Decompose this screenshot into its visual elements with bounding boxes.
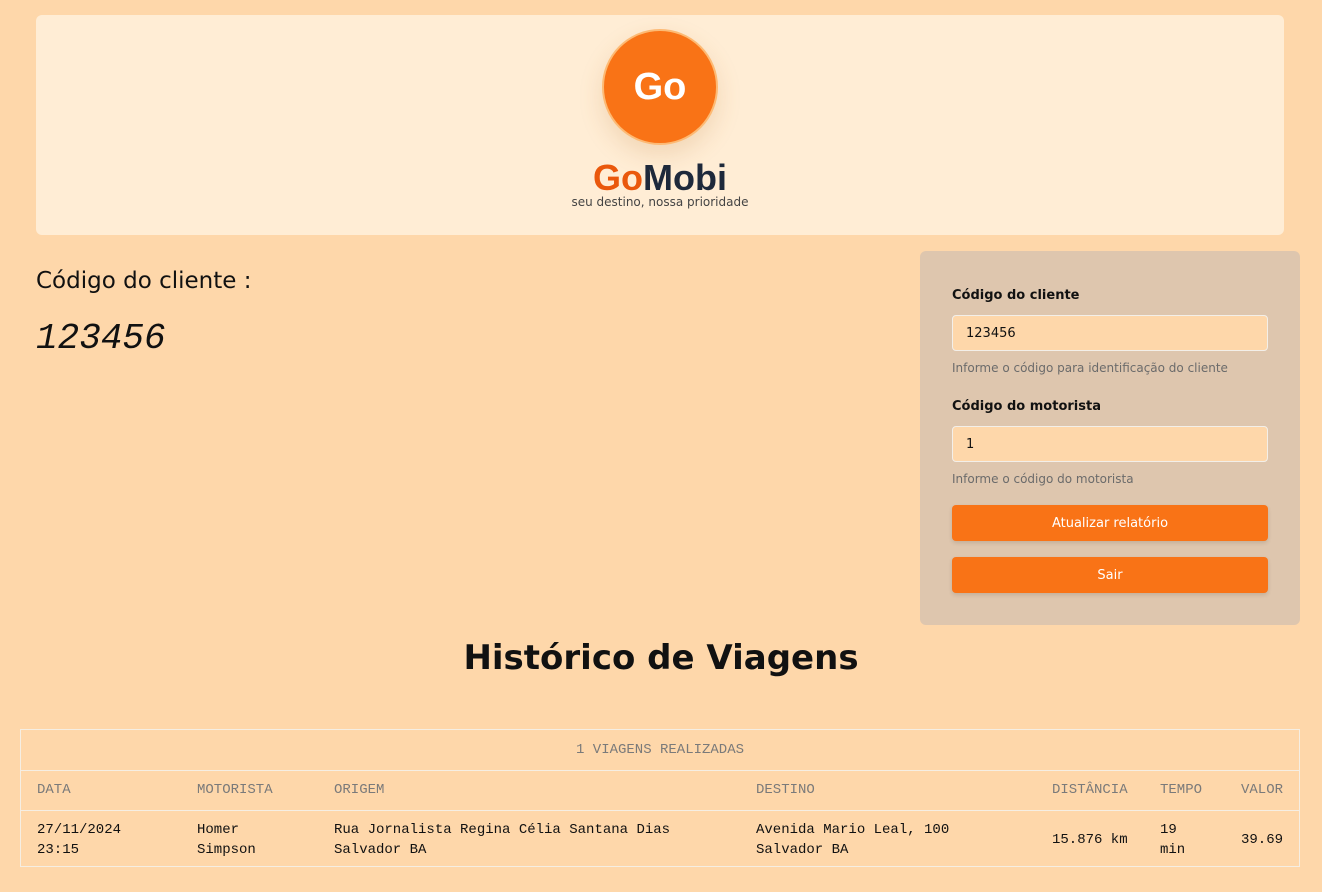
trips-count-caption: 1 VIAGENS REALIZADAS [21, 730, 1299, 771]
filter-panel: Código do cliente Informe o código para … [920, 251, 1300, 625]
driver-field-help: Informe o código do motorista [952, 472, 1134, 486]
column-header-motorista: MOTORISTA [197, 782, 273, 798]
exit-button[interactable]: Sair [952, 557, 1268, 593]
brand-go: Go [593, 157, 643, 198]
column-header-data: DATA [37, 782, 71, 798]
client-field-label: Código do cliente [952, 288, 1080, 303]
cell-destino: Avenida Mario Leal, 100 Salvador BA [756, 822, 950, 858]
driver-field-label: Código do motorista [952, 399, 1101, 414]
column-header-destino: DESTINO [756, 782, 815, 798]
column-header-tempo: TEMPO [1160, 782, 1203, 798]
cell-motorista: Homer Simpson [197, 822, 256, 858]
update-report-button[interactable]: Atualizar relatório [952, 505, 1268, 541]
row-separator [21, 810, 1299, 811]
cell-distancia: 15.876 km [1052, 832, 1128, 848]
cell-data: 27/11/2024 23:15 [37, 822, 122, 858]
column-header-valor: VALOR [1241, 782, 1284, 798]
history-title: Histórico de Viagens [463, 638, 859, 678]
column-header-origem: ORIGEM [334, 782, 385, 798]
column-header-distancia: DISTÂNCIA [1052, 782, 1128, 798]
client-field-help: Informe o código para identificação do c… [952, 361, 1228, 375]
client-code-input[interactable] [952, 315, 1268, 351]
header: Go GoMobi seu destino, nossa prioridade [36, 15, 1284, 235]
cell-origem: Rua Jornalista Regina Célia Santana Dias… [334, 822, 671, 858]
cell-valor: 39.69 [1241, 832, 1284, 848]
client-code-label: Código do cliente : [36, 268, 252, 294]
driver-code-input[interactable] [952, 426, 1268, 462]
cell-tempo: 19 min [1160, 822, 1186, 858]
brand-mobi: Mobi [643, 157, 727, 198]
trips-table: 1 VIAGENS REALIZADAS DATA MOTORISTA ORIG… [20, 729, 1300, 867]
tagline: seu destino, nossa prioridade [571, 195, 749, 209]
client-code-value: 123456 [36, 318, 166, 359]
brand-name: GoMobi [36, 158, 1284, 198]
logo-circle: Go [602, 29, 718, 145]
